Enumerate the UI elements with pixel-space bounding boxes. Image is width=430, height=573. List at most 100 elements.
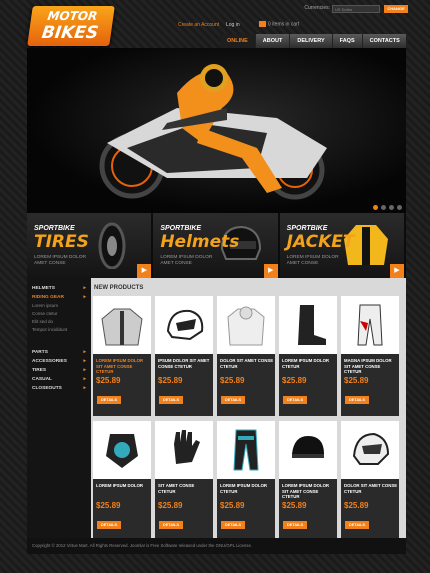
arrow-right-icon[interactable]: ▶ <box>263 264 278 278</box>
sidebar-item-label: RIDING GEAR <box>32 295 64 300</box>
product-card[interactable]: SIT AMET CONSE CTETUR $25.89 DETAILS <box>155 421 213 541</box>
banner-sub: SPORTBIKE <box>286 225 328 232</box>
banner-helmets[interactable]: SPORTBIKE Helmets LOREM IPSUM DOLOR AMET… <box>153 213 280 278</box>
nav-online-store[interactable]: ONLINE STORE <box>220 34 256 58</box>
banner-jacket[interactable]: SPORTBIKE JACKET LOREM IPSUM DOLOR AMET … <box>279 213 406 278</box>
product-price: $25.89 <box>220 501 245 510</box>
banner-title: TIRES <box>34 232 89 252</box>
header: MOTOR BIKES Currencies: US Dollar CHANGE… <box>0 0 430 46</box>
sidebar-subitem[interactable]: Elit sed do <box>27 318 91 326</box>
logo-line1: MOTOR <box>46 9 99 23</box>
boot-icon <box>298 305 326 345</box>
hero-slider[interactable] <box>27 48 406 213</box>
product-card[interactable]: LOREM IPSUM DOLOR CTETUR $25.89 DETAILS <box>279 296 337 416</box>
tire-icon <box>98 222 126 269</box>
motocross-pants-icon <box>233 429 259 471</box>
chevron-right-icon: ▸ <box>83 376 86 382</box>
site-logo[interactable]: MOTOR BIKES <box>27 6 115 46</box>
cart-text: 0 items in cart <box>268 21 300 28</box>
details-button[interactable]: DETAILS <box>345 396 369 404</box>
product-card[interactable]: LOREM IPSUM DOLOR CTETUR $25.89 DETAILS <box>217 421 275 541</box>
sidebar-item-casual[interactable]: CASUAL ▸ <box>27 375 91 384</box>
product-card[interactable]: LOREM IPSUM DOLOR $25.89 DETAILS <box>93 421 151 541</box>
currency-select[interactable]: US Dollar <box>332 5 380 13</box>
product-price: $25.89 <box>282 376 307 385</box>
details-button[interactable]: DETAILS <box>221 396 245 404</box>
sidebar-subitem[interactable]: Tempor incididunt <box>27 326 91 334</box>
banner-desc: LOREM IPSUM DOLOR AMET CONSE <box>34 255 86 266</box>
details-button[interactable]: DETAILS <box>221 521 245 529</box>
banner-tires[interactable]: SPORTBIKE TIRES LOREM IPSUM DOLOR AMET C… <box>27 213 154 278</box>
footer: Copyright © 2012 Virtue Mart. All Rights… <box>27 538 406 554</box>
banner-desc: LOREM IPSUM DOLOR AMET CONSE <box>160 255 213 266</box>
nav-contacts[interactable]: CONTACTS <box>363 34 408 48</box>
product-card[interactable]: LOREM IPSUM DOLOR SIT AMET CONSE CTETUR $… <box>93 296 151 416</box>
product-image[interactable] <box>341 421 399 479</box>
product-name[interactable]: LOREM IPSUM DOLOR SIT AMET CONSE CTETUR <box>96 358 150 375</box>
slider-dots <box>373 205 402 210</box>
nav-about[interactable]: ABOUT <box>256 34 291 48</box>
product-image[interactable] <box>217 296 275 354</box>
product-price: $25.89 <box>344 376 369 385</box>
slider-dot[interactable] <box>373 205 378 210</box>
sidebar-item-parts[interactable]: PARTS ▸ <box>27 348 91 357</box>
product-card[interactable]: DOLOR SIT AMET CONSE CTETUR $25.89 DETAILS <box>341 421 399 541</box>
motorcycle-rider-image <box>99 64 327 200</box>
details-button[interactable]: DETAILS <box>97 396 121 404</box>
details-button[interactable]: DETAILS <box>159 521 183 529</box>
product-image[interactable] <box>155 296 213 354</box>
chevron-right-icon: ▸ <box>83 358 86 364</box>
details-button[interactable]: DETAILS <box>283 396 307 404</box>
product-card[interactable]: IPSUM DOLOR SIT AMET CONSE CTETUR $25.89 D… <box>155 296 213 416</box>
change-currency-button[interactable]: CHANGE <box>384 5 408 13</box>
cart-link[interactable]: 0 items in cart <box>259 21 299 27</box>
sidebar-item-label: ACCESSORIES <box>32 359 67 364</box>
product-card[interactable]: DOLOR SIT AMET CONSE CTETUR $25.89 DETAILS <box>217 296 275 416</box>
sidebar-item-helmets[interactable]: HELMETS ▸ <box>27 284 91 293</box>
sidebar-item-closeouts[interactable]: CLOSEOUTS ▸ <box>27 384 91 393</box>
sidebar-item-tires[interactable]: TIRES ▸ <box>27 366 91 375</box>
product-image[interactable] <box>341 296 399 354</box>
product-name[interactable]: DOLOR SIT AMET CONSE CTETUR <box>344 483 398 494</box>
arrow-right-icon[interactable]: ▶ <box>137 264 152 278</box>
section-title: NEW PRODUCTS <box>94 285 144 291</box>
sidebar-item-accessories[interactable]: ACCESSORIES ▸ <box>27 357 91 366</box>
login-link[interactable]: Log in <box>226 22 240 28</box>
create-account-link[interactable]: Create an Account <box>178 22 219 28</box>
promo-banners: SPORTBIKE TIRES LOREM IPSUM DOLOR AMET C… <box>27 213 406 278</box>
product-image[interactable] <box>279 296 337 354</box>
details-button[interactable]: DETAILS <box>283 521 307 529</box>
product-name[interactable]: MAGNA IPSUM DOLOR SIT AMET CONSE CTETUR <box>344 358 398 375</box>
product-price: $25.89 <box>282 501 307 510</box>
hoodie-icon <box>227 306 265 346</box>
product-card[interactable]: MAGNA IPSUM DOLOR SIT AMET CONSE CTETUR $… <box>341 296 399 416</box>
nav-faqs[interactable]: FAQS <box>333 34 363 48</box>
cart-icon <box>259 21 266 27</box>
product-name[interactable]: SIT AMET CONSE CTETUR <box>158 483 212 494</box>
details-button[interactable]: DETAILS <box>97 521 121 529</box>
product-image[interactable] <box>217 421 275 479</box>
product-name[interactable]: LOREM IPSUM DOLOR CTETUR <box>282 358 336 369</box>
product-name[interactable]: LOREM IPSUM DOLOR <box>96 483 150 489</box>
nav-delivery[interactable]: DELIVERY <box>290 34 333 48</box>
product-name[interactable]: LOREM IPSUM DOLOR SIT AMET CONSE CTETUR <box>282 483 336 500</box>
product-name[interactable]: LOREM IPSUM DOLOR CTETUR <box>220 483 274 494</box>
product-image[interactable] <box>93 421 151 479</box>
details-button[interactable]: DETAILS <box>345 521 369 529</box>
slider-dot[interactable] <box>389 205 394 210</box>
product-card[interactable]: LOREM IPSUM DOLOR SIT AMET CONSE CTETUR $… <box>279 421 337 541</box>
sidebar-subitem[interactable]: Lorem ipsum <box>27 302 91 310</box>
details-button[interactable]: DETAILS <box>159 396 183 404</box>
sidebar-item-label: CASUAL <box>32 377 52 382</box>
slider-dot[interactable] <box>397 205 402 210</box>
sidebar-item-riding-gear[interactable]: RIDING GEAR ▸ <box>27 293 91 302</box>
arrow-right-icon[interactable]: ▶ <box>389 264 404 278</box>
chest-protector-icon <box>106 434 138 468</box>
product-image[interactable] <box>279 421 337 479</box>
slider-dot[interactable] <box>381 205 386 210</box>
product-name[interactable]: IPSUM DOLOR SIT AMET CONSE CTETUR <box>158 358 212 369</box>
product-image[interactable] <box>93 296 151 354</box>
product-name[interactable]: DOLOR SIT AMET CONSE CTETUR <box>220 358 274 369</box>
product-image[interactable] <box>155 421 213 479</box>
sidebar-subitem[interactable]: Conse ctetur <box>27 310 91 318</box>
